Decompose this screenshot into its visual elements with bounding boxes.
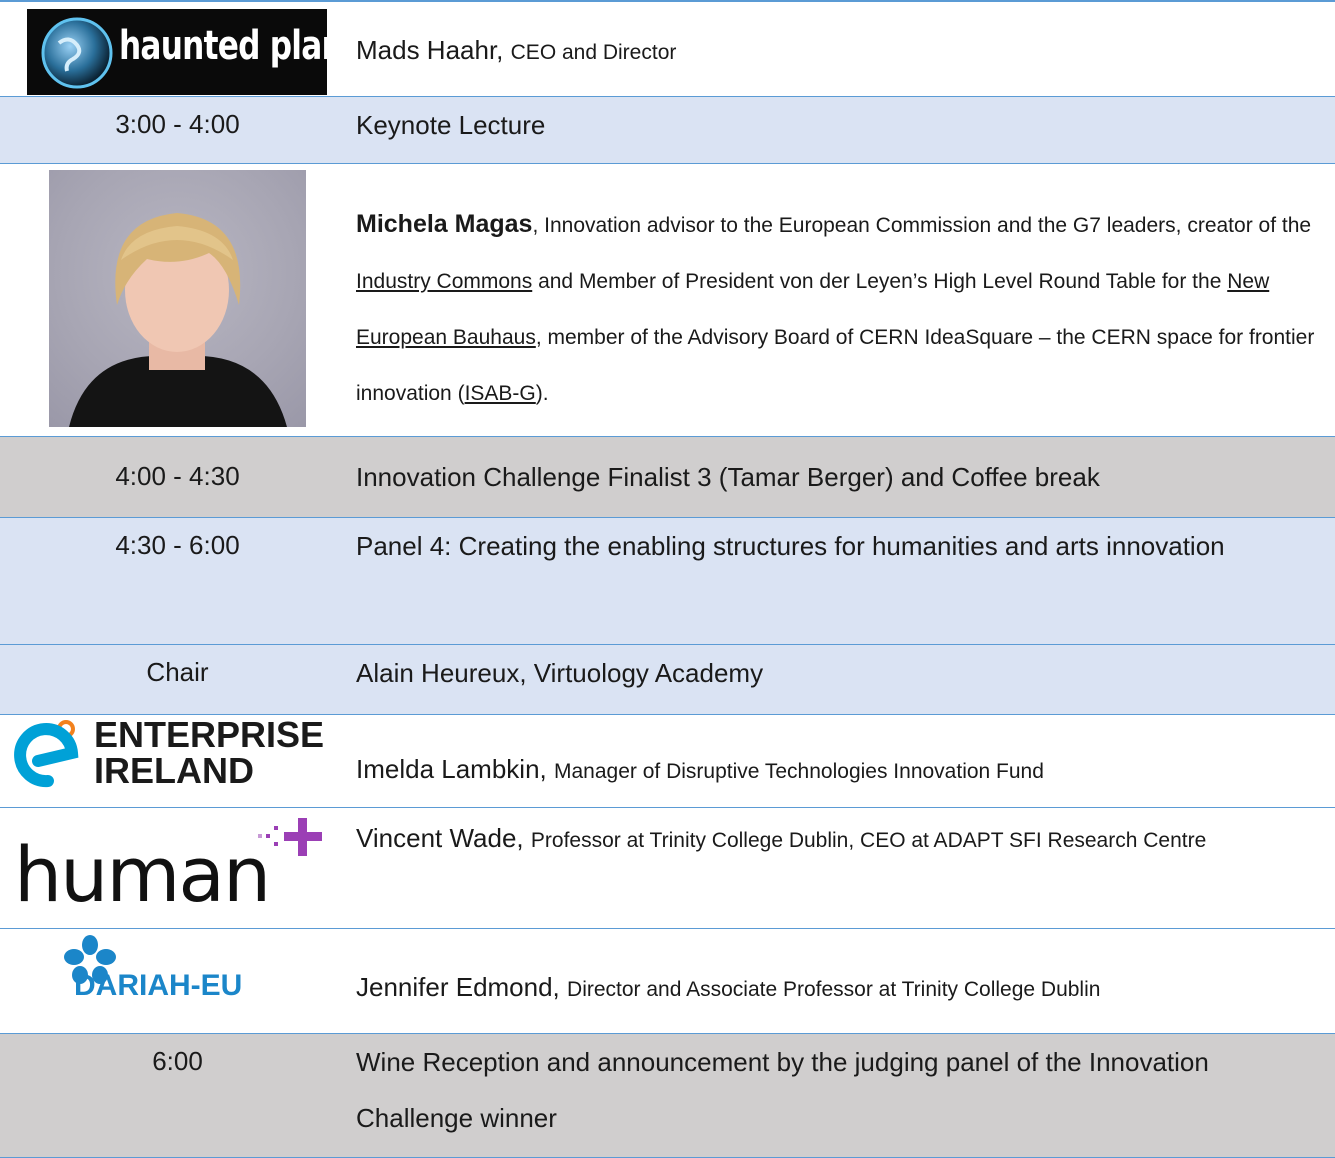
row-wine-reception: 6:00 Wine Reception and announcement by … bbox=[0, 1033, 1335, 1158]
portrait-image bbox=[69, 213, 287, 427]
time-cell: 4:00 - 4:30 bbox=[115, 461, 240, 491]
session-title: Keynote Lecture bbox=[356, 110, 546, 140]
mads-haahr-text: Mads Haahr, CEO and Director bbox=[356, 22, 1316, 81]
haunted-planet-logo-text: haunted planet bbox=[119, 23, 378, 69]
session-title: Panel 4: Creating the enabling structure… bbox=[356, 531, 1225, 561]
enterprise-logo-line-1: ENTERPRISE bbox=[94, 714, 325, 755]
row-vincent-wade: human Vincent Wade, Professor at Trinity… bbox=[0, 807, 1335, 929]
vincent-wade-text: Vincent Wade, Professor at Trinity Colle… bbox=[356, 810, 1286, 869]
industry-commons-link[interactable]: Industry Commons bbox=[356, 270, 532, 293]
row-panel-4: 4:30 - 6:00 Panel 4: Creating the enabli… bbox=[0, 517, 1335, 645]
speaker-name: Imelda Lambkin, bbox=[356, 754, 547, 784]
bio-text-4: ). bbox=[535, 382, 549, 405]
haunted-planet-logo: haunted planet bbox=[27, 9, 378, 95]
chair-name: Alain Heureux, Virtuology Academy bbox=[356, 658, 764, 688]
time-cell: 3:00 - 4:00 bbox=[115, 109, 240, 139]
time-cell: 4:30 - 6:00 bbox=[115, 530, 240, 560]
session-title: Innovation Challenge Finalist 3 (Tamar B… bbox=[356, 462, 1100, 492]
jennifer-edmond-text: Jennifer Edmond, Director and Associate … bbox=[356, 959, 1316, 1018]
chair-label: Chair bbox=[146, 657, 209, 687]
speaker-role: Professor at Trinity College Dublin, CEO… bbox=[530, 829, 1207, 852]
row-keynote: 3:00 - 4:00 Keynote Lecture bbox=[0, 96, 1335, 164]
speaker-name: Mads Haahr, bbox=[356, 35, 504, 65]
globe-icon bbox=[41, 17, 113, 89]
speaker-name: Michela Magas bbox=[356, 210, 533, 238]
time-cell: 6:00 bbox=[152, 1046, 203, 1076]
enterprise-logo-line-2: IRELAND bbox=[94, 750, 254, 791]
dariah-logo-text: DARIAH-EU bbox=[74, 969, 243, 1002]
row-jennifer-edmond: DARIAH-EU Jennifer Edmond, Director and … bbox=[0, 928, 1335, 1034]
speaker-role: Director and Associate Professor at Trin… bbox=[567, 978, 1101, 1001]
session-title: Wine Reception and announcement by the j… bbox=[356, 1047, 1209, 1133]
enterprise-ireland-logo: ENTERPRISE IRELAND bbox=[8, 717, 343, 797]
speaker-name: Vincent Wade, bbox=[356, 823, 524, 853]
plus-icon bbox=[258, 818, 322, 856]
dariah-logo: DARIAH-EU bbox=[60, 935, 300, 1015]
row-imelda-lambkin: ENTERPRISE IRELAND Imelda Lambkin, Manag… bbox=[0, 714, 1335, 808]
michela-magas-bio: Michela Magas, Innovation advisor to the… bbox=[356, 196, 1316, 422]
row-michela-magas: Michela Magas, Innovation advisor to the… bbox=[0, 163, 1335, 437]
imelda-lambkin-text: Imelda Lambkin, Manager of Disruptive Te… bbox=[356, 741, 1316, 800]
row-mads-haahr: haunted planet Mads Haahr, CEO and Direc… bbox=[0, 0, 1335, 97]
speaker-role: CEO and Director bbox=[510, 41, 677, 64]
enterprise-ireland-icon bbox=[14, 720, 79, 788]
bio-text-2: and Member of President von der Leyen’s … bbox=[532, 270, 1228, 293]
speaker-photo bbox=[49, 170, 306, 427]
human-logo: human bbox=[14, 812, 334, 922]
bio-text-1: , Innovation advisor to the European Com… bbox=[532, 214, 1312, 237]
row-chair: Chair Alain Heureux, Virtuology Academy bbox=[0, 644, 1335, 715]
speaker-role: Manager of Disruptive Technologies Innov… bbox=[554, 760, 1044, 783]
human-logo-text: human bbox=[14, 830, 271, 919]
speaker-name: Jennifer Edmond, bbox=[356, 972, 560, 1002]
isab-g-link[interactable]: ISAB-G bbox=[465, 382, 536, 405]
row-coffee-break: 4:00 - 4:30 Innovation Challenge Finalis… bbox=[0, 436, 1335, 518]
